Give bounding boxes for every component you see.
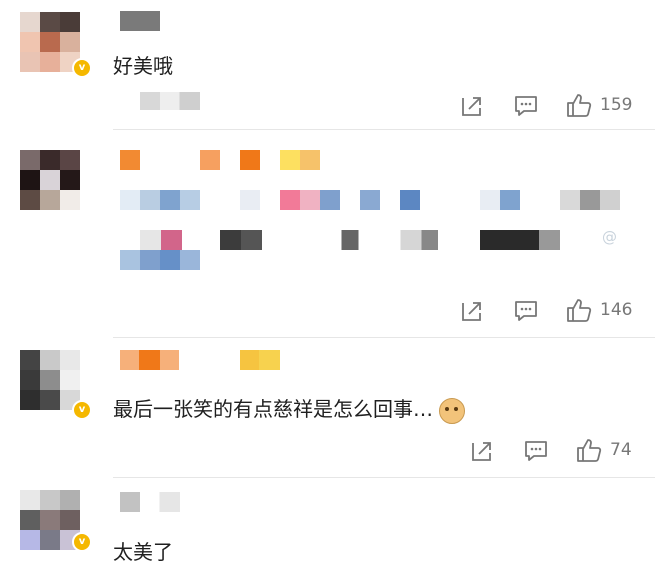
- thumbs-up-icon: [567, 299, 592, 322]
- share-button[interactable]: [470, 438, 494, 464]
- share-icon: [462, 97, 481, 116]
- verified-badge-icon: v: [72, 532, 92, 552]
- comment-text: 太美了: [113, 540, 173, 564]
- like-count: 74: [610, 440, 632, 460]
- comment-icon: [525, 441, 547, 461]
- avatar[interactable]: [20, 12, 80, 72]
- like-button[interactable]: 74: [576, 437, 632, 463]
- comment-text-mosaic: [120, 190, 620, 210]
- avatar[interactable]: [20, 350, 80, 410]
- comment-button[interactable]: [514, 93, 538, 119]
- like-count: 159: [600, 95, 633, 115]
- comment-icon: [515, 96, 537, 116]
- like-button[interactable]: 159: [566, 92, 632, 118]
- username-mosaic[interactable]: [120, 492, 180, 512]
- timestamp-mosaic: [140, 92, 200, 110]
- username-mosaic[interactable]: [120, 350, 280, 370]
- like-button[interactable]: 146: [566, 297, 632, 323]
- username-mosaic[interactable]: [120, 11, 160, 31]
- at-mention-icon: @: [602, 228, 617, 246]
- comment-item: v 最后一张笑的有点慈祥是怎么回事… 74: [0, 338, 655, 478]
- comment-item: v 好美哦 159: [0, 0, 655, 130]
- comment-icon: [515, 301, 537, 321]
- comment-text-mosaic: [120, 250, 200, 270]
- verified-badge-icon: v: [72, 58, 92, 78]
- thumbs-up-icon: [577, 439, 602, 462]
- username-mosaic[interactable]: [120, 150, 320, 170]
- doge-emoji-icon: [439, 397, 465, 424]
- comment-item: v 太美了: [0, 478, 655, 571]
- share-button[interactable]: [460, 93, 484, 119]
- like-count: 146: [600, 300, 633, 320]
- thumbs-up-icon: [567, 94, 592, 117]
- verified-badge-icon: v: [72, 400, 92, 420]
- avatar[interactable]: [20, 490, 80, 550]
- comment-text: 最后一张笑的有点慈祥是怎么回事…: [113, 393, 465, 424]
- comment-button[interactable]: [514, 298, 538, 324]
- avatar[interactable]: [20, 150, 80, 210]
- share-icon: [472, 442, 491, 461]
- comment-text-content: 最后一张笑的有点慈祥是怎么回事…: [113, 397, 433, 421]
- share-icon: [462, 302, 481, 321]
- comment-button[interactable]: [524, 438, 548, 464]
- comment-text: 好美哦: [113, 54, 173, 78]
- share-button[interactable]: [460, 298, 484, 324]
- comment-item: @ 146: [0, 130, 655, 338]
- comment-text-mosaic: [140, 230, 560, 250]
